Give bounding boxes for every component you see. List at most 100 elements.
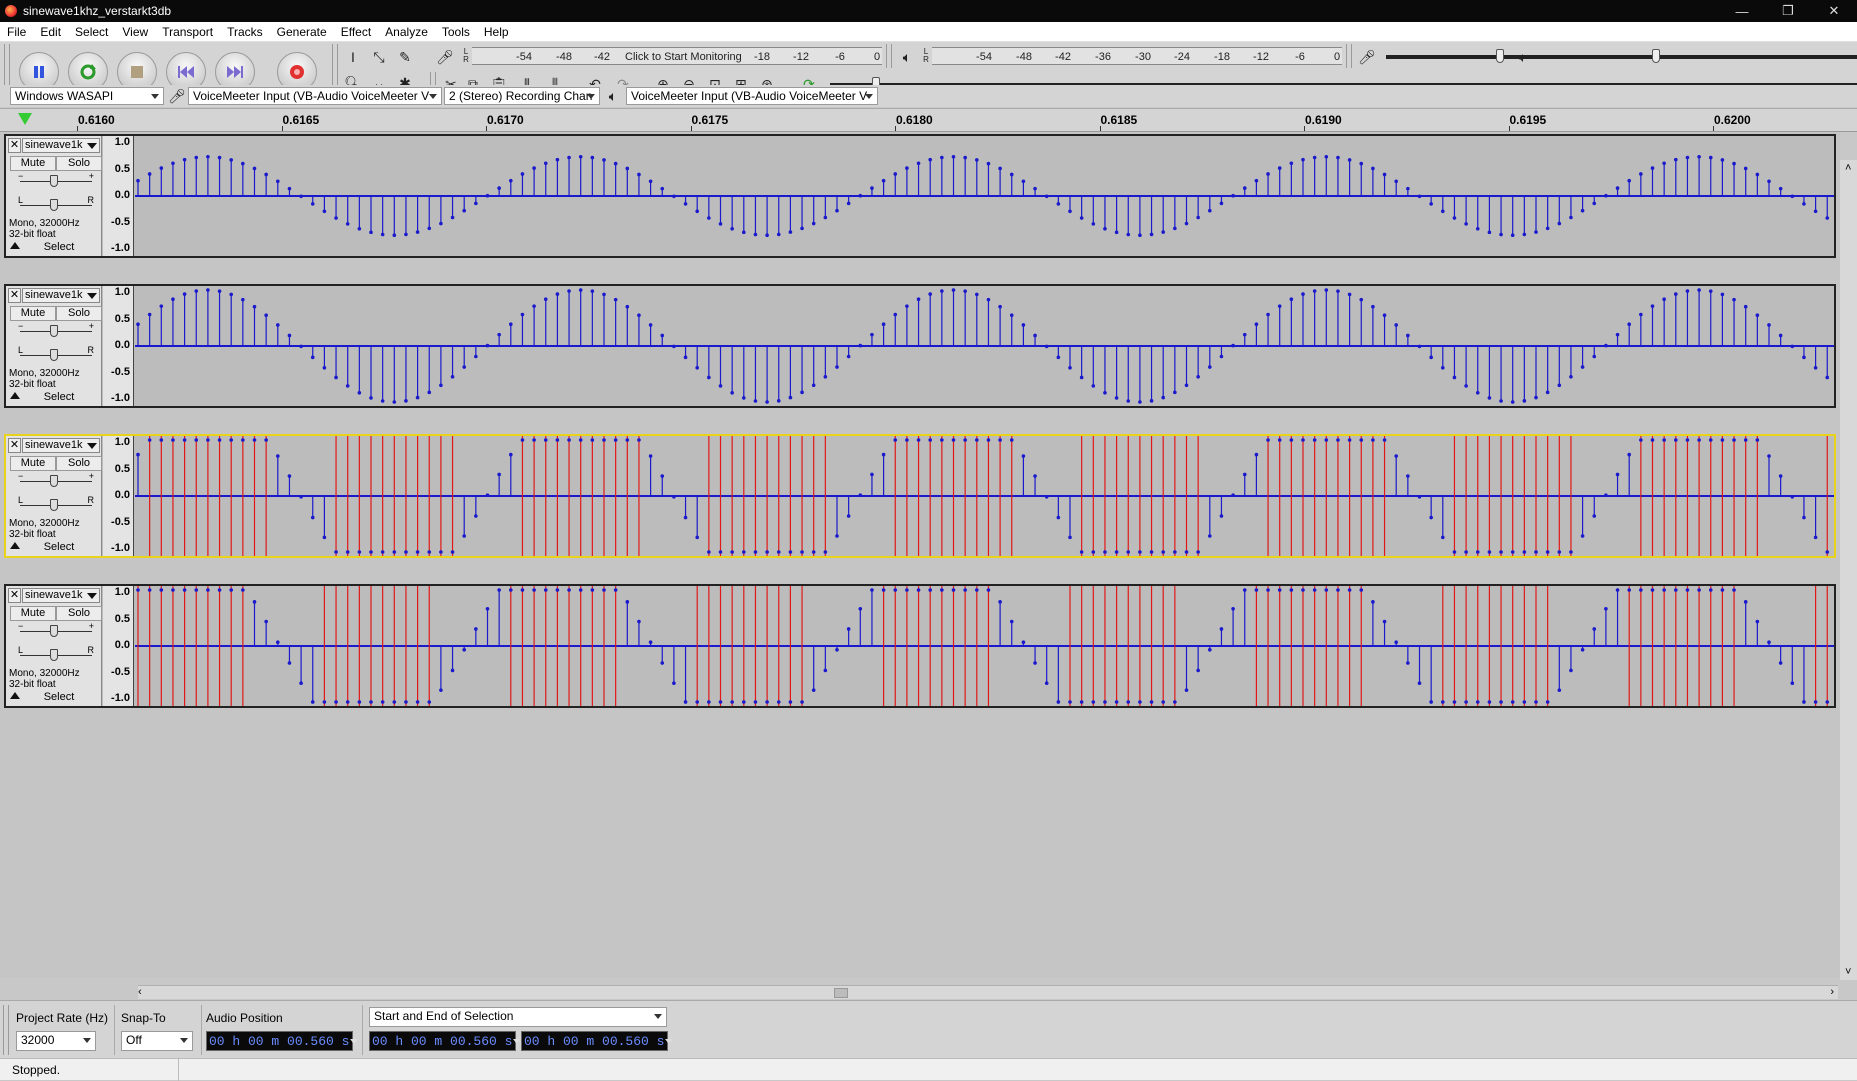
menu-edit[interactable]: Edit: [33, 25, 68, 39]
recording-channels-select[interactable]: 2 (Stereo) Recording Chan: [444, 87, 600, 105]
slider-thumb[interactable]: [1652, 49, 1660, 63]
minimize-button[interactable]: —: [1719, 0, 1765, 22]
menu-view[interactable]: View: [115, 25, 155, 39]
amplitude-ruler[interactable]: 1.0 0.5 0.0 -0.5 -1.0: [103, 286, 134, 406]
mute-button[interactable]: Mute: [10, 306, 56, 321]
track-close-button[interactable]: ✕: [8, 288, 21, 303]
recording-device-select[interactable]: VoiceMeeter Input (VB-Audio VoiceMeeter …: [188, 87, 442, 105]
selection-tool-icon[interactable]: I: [342, 46, 364, 68]
amplitude-ruler[interactable]: 1.0 0.5 0.0 -0.5 -1.0: [103, 136, 134, 256]
horizontal-scrollbar[interactable]: ‹ ›: [138, 985, 1838, 999]
start-monitoring-prompt[interactable]: Click to Start Monitoring: [622, 51, 745, 63]
toolbar-grip[interactable]: [3, 1005, 9, 1055]
track-name-menu[interactable]: sinewave1k: [22, 588, 100, 603]
amplitude-ruler[interactable]: 1.0 0.5 0.0 -0.5 -1.0: [103, 586, 134, 706]
slider-thumb[interactable]: [50, 199, 58, 211]
playback-volume-slider[interactable]: [1540, 47, 1857, 65]
envelope-tool-icon[interactable]: ⤡: [368, 46, 390, 68]
play-meter-speaker-icon[interactable]: 🔈︎: [896, 46, 918, 68]
slider-thumb[interactable]: [50, 499, 58, 511]
track-select-button[interactable]: Select: [24, 390, 94, 404]
solo-button[interactable]: Solo: [56, 606, 102, 621]
audio-track[interactable]: ✕ sinewave1k Mute Solo − + LR Mono, 32000…: [4, 284, 1836, 408]
waveform[interactable]: [135, 586, 1834, 706]
gain-slider[interactable]: − +: [16, 621, 96, 640]
track-name-menu[interactable]: sinewave1k: [22, 438, 100, 453]
track-select-button[interactable]: Select: [24, 540, 94, 554]
menu-analyze[interactable]: Analyze: [378, 25, 435, 39]
track-select-button[interactable]: Select: [24, 690, 94, 704]
collapse-track-icon[interactable]: [10, 242, 20, 249]
track-close-button[interactable]: ✕: [8, 438, 21, 453]
play-head-icon[interactable]: [18, 113, 32, 125]
pan-slider[interactable]: LR: [16, 195, 96, 214]
amplitude-ruler[interactable]: 1.0 0.5 0.0 -0.5 -1.0: [103, 436, 134, 556]
audio-position-time[interactable]: 00 h 00 m 00.560 s: [206, 1031, 359, 1051]
solo-button[interactable]: Solo: [56, 456, 102, 471]
menu-effect[interactable]: Effect: [334, 25, 378, 39]
menu-generate[interactable]: Generate: [270, 25, 334, 39]
menu-help[interactable]: Help: [477, 25, 516, 39]
track-name-menu[interactable]: sinewave1k: [22, 138, 100, 153]
mute-button[interactable]: Mute: [10, 606, 56, 621]
audio-track[interactable]: ✕ sinewave1k Mute Solo − + LR Mono, 32000…: [4, 134, 1836, 258]
toolbar-grip[interactable]: [1346, 44, 1352, 68]
solo-button[interactable]: Solo: [56, 306, 102, 321]
collapse-track-icon[interactable]: [10, 542, 20, 549]
menu-transport[interactable]: Transport: [155, 25, 220, 39]
selection-end-time[interactable]: 00 h 00 m 00.560 s: [521, 1031, 674, 1051]
scroll-thumb[interactable]: [834, 988, 848, 998]
time-format-dropdown-icon[interactable]: [664, 1036, 674, 1048]
track-close-button[interactable]: ✕: [8, 588, 21, 603]
slider-thumb[interactable]: [1496, 49, 1504, 63]
menu-tools[interactable]: Tools: [435, 25, 477, 39]
playback-device-select[interactable]: VoiceMeeter Input (VB-Audio VoiceMeeter …: [626, 87, 878, 105]
slider-thumb[interactable]: [50, 649, 58, 661]
menu-file[interactable]: File: [0, 25, 33, 39]
snap-to-select[interactable]: Off: [121, 1031, 193, 1051]
audio-track[interactable]: ✕ sinewave1k Mute Solo − + LR Mono, 32000…: [4, 434, 1836, 558]
playback-meter[interactable]: LR -54 -48 -42 -36 -30 -24 -18 -12 -6 0: [922, 47, 1342, 65]
project-rate-select[interactable]: 32000: [16, 1031, 96, 1051]
scroll-down-icon[interactable]: ˅: [1845, 966, 1851, 978]
scroll-right-icon[interactable]: ›: [1830, 986, 1834, 998]
record-meter-mic-icon[interactable]: 🎤︎: [434, 46, 456, 68]
audio-host-select[interactable]: Windows WASAPI: [10, 87, 164, 105]
waveform[interactable]: [135, 136, 1834, 256]
gain-slider[interactable]: − +: [16, 321, 96, 340]
gain-slider[interactable]: − +: [16, 171, 96, 190]
waveform[interactable]: [135, 286, 1834, 406]
pan-slider[interactable]: LR: [16, 645, 96, 664]
collapse-track-icon[interactable]: [10, 392, 20, 399]
audio-track[interactable]: ✕ sinewave1k Mute Solo − + LR Mono, 32000…: [4, 584, 1836, 708]
vertical-scrollbar[interactable]: ˄ ˅: [1840, 160, 1857, 980]
track-close-button[interactable]: ✕: [8, 138, 21, 153]
selection-mode-select[interactable]: Start and End of Selection: [369, 1007, 667, 1027]
menu-select[interactable]: Select: [68, 25, 115, 39]
track-select-button[interactable]: Select: [24, 240, 94, 254]
slider-thumb[interactable]: [50, 625, 58, 637]
toolbar-grip[interactable]: [886, 44, 892, 68]
track-area[interactable]: ✕ sinewave1k Mute Solo − + LR Mono, 32000…: [0, 132, 1840, 978]
slider-thumb[interactable]: [50, 325, 58, 337]
selection-start-time[interactable]: 00 h 00 m 00.560 s: [369, 1031, 522, 1051]
record-meter[interactable]: LR -54 -48 -42 Click to Start Monitoring…: [462, 47, 882, 65]
mute-button[interactable]: Mute: [10, 156, 56, 171]
time-format-dropdown-icon[interactable]: [349, 1036, 359, 1048]
slider-thumb[interactable]: [50, 349, 58, 361]
mute-button[interactable]: Mute: [10, 456, 56, 471]
waveform[interactable]: [135, 436, 1834, 556]
track-name-menu[interactable]: sinewave1k: [22, 288, 100, 303]
scroll-left-icon[interactable]: ‹: [138, 986, 142, 998]
close-button[interactable]: ✕: [1811, 0, 1857, 22]
gain-slider[interactable]: − +: [16, 471, 96, 490]
collapse-track-icon[interactable]: [10, 692, 20, 699]
maximize-button[interactable]: ❐: [1765, 0, 1811, 22]
pan-slider[interactable]: LR: [16, 345, 96, 364]
slider-thumb[interactable]: [50, 175, 58, 187]
scroll-up-icon[interactable]: ˄: [1845, 162, 1851, 174]
solo-button[interactable]: Solo: [56, 156, 102, 171]
pan-slider[interactable]: LR: [16, 495, 96, 514]
timeline-ruler[interactable]: 0.6160 0.6165 0.6170 0.6175 0.6180 0.6185 0.61…: [0, 108, 1857, 132]
recording-volume-slider[interactable]: [1386, 47, 1857, 65]
